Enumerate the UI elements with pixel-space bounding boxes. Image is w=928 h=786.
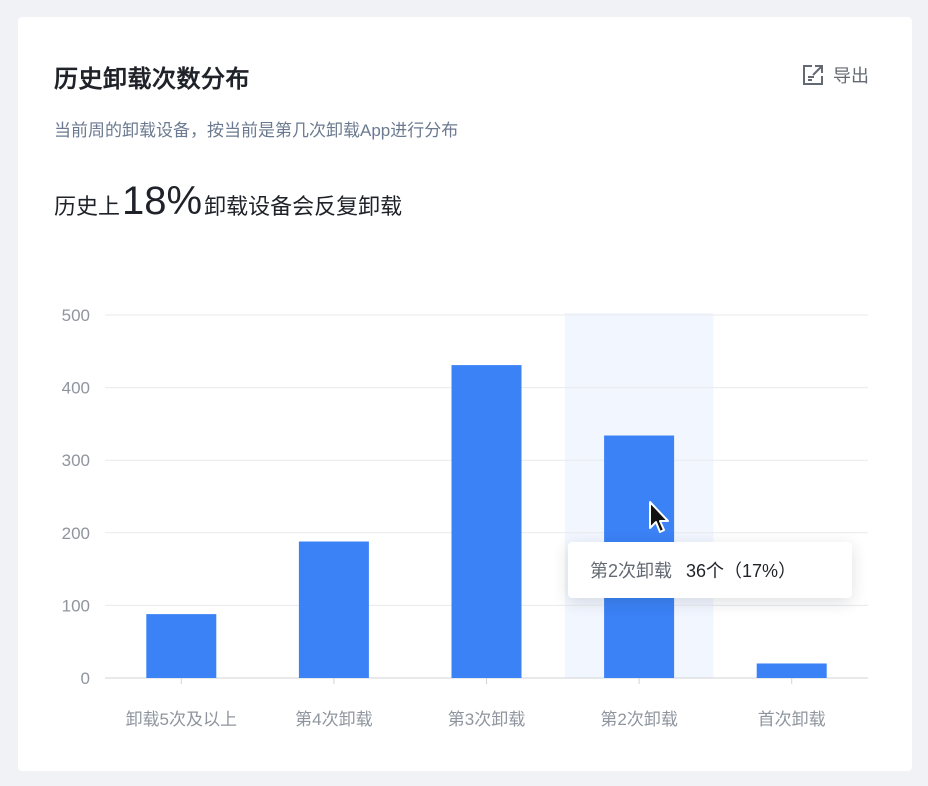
bar (146, 614, 217, 678)
bar-chart: 0100200300400500卸载5次及以上 第4次卸载 第3次卸载 第2次卸载 首次… (62, 306, 868, 729)
y-tick-label: 500 (62, 306, 90, 325)
mouse-cursor-icon (648, 500, 674, 541)
x-tick-label: 首次卸载 (758, 710, 826, 729)
tooltip-value: 36个（17%） (686, 561, 797, 581)
x-tick-label: 第4次卸载 (295, 710, 372, 729)
y-tick-label: 100 (62, 596, 90, 615)
bar (756, 663, 827, 678)
x-tick-label: 第2次卸载 (600, 710, 677, 729)
y-tick-label: 300 (62, 451, 90, 470)
chart-tooltip: 第2次卸载 36个（17%） (568, 542, 852, 598)
bar (451, 365, 522, 678)
bar (298, 541, 369, 678)
y-tick-label: 200 (62, 524, 90, 543)
y-tick-label: 0 (81, 669, 90, 688)
tooltip-category: 第2次卸载 (590, 561, 673, 581)
x-tick-label: 卸载5次及以上 (126, 710, 237, 729)
y-tick-label: 400 (62, 379, 90, 398)
x-tick-label: 第3次卸载 (448, 710, 525, 729)
